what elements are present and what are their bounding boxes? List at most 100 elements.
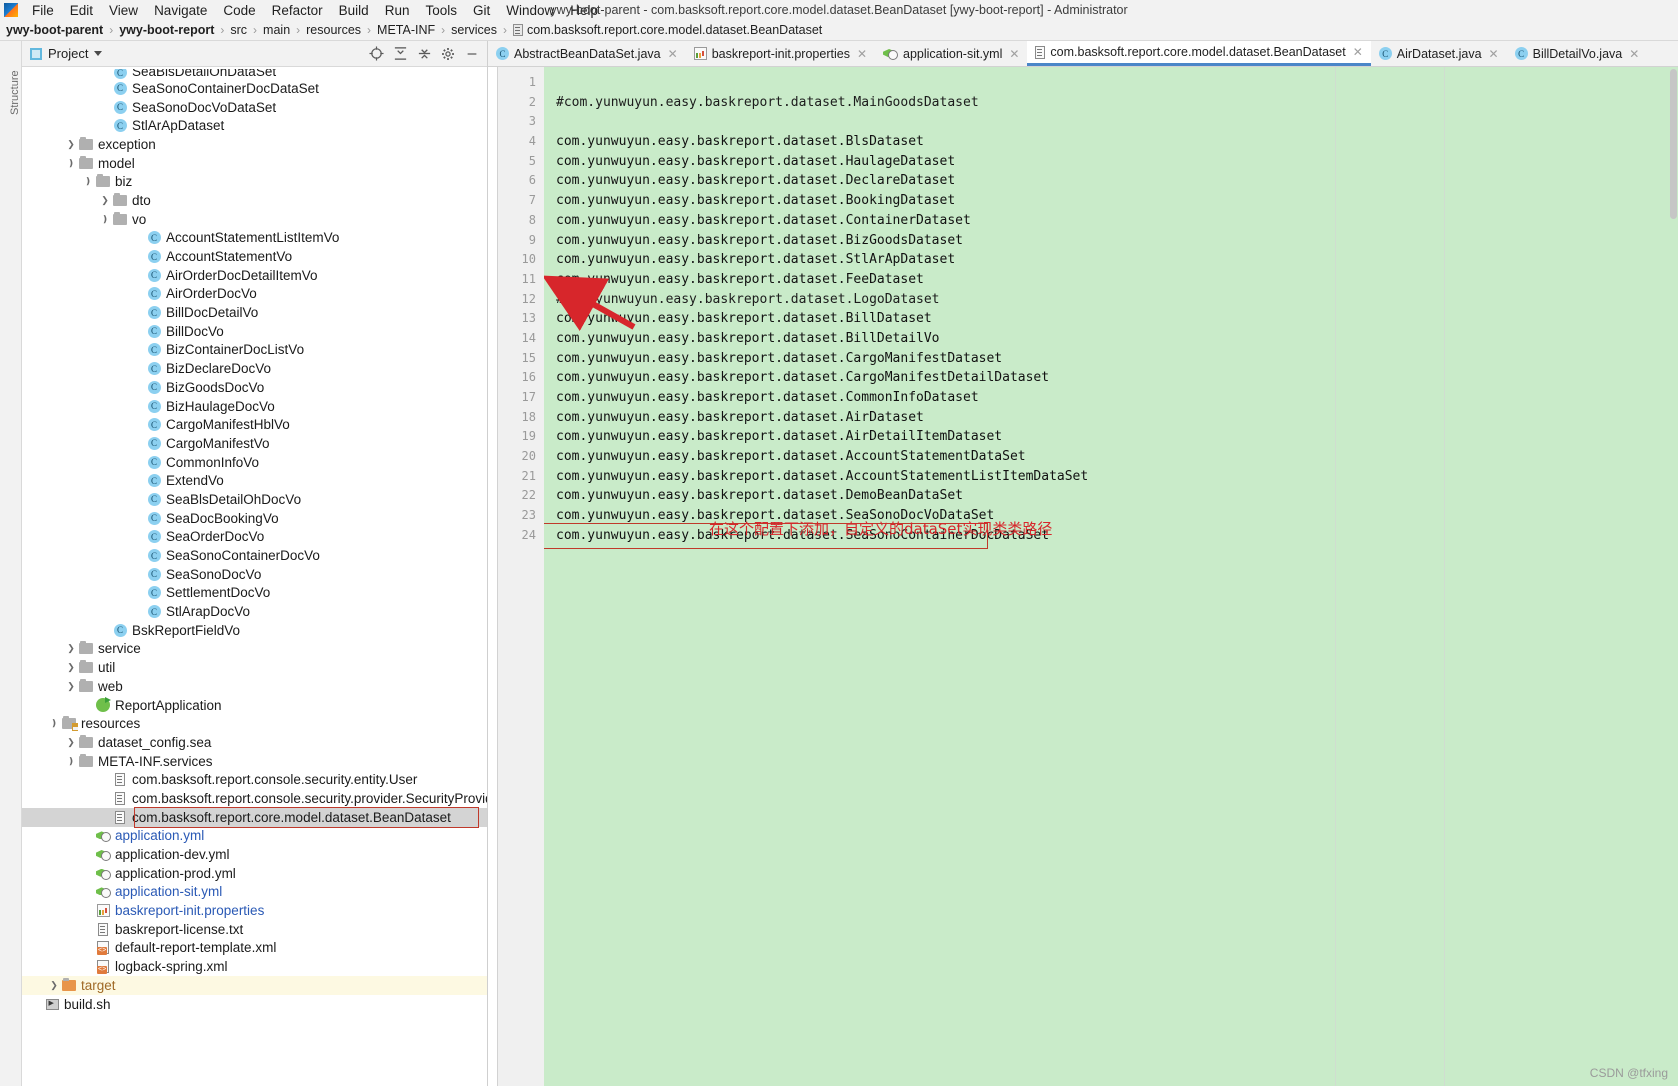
- breadcrumb-item-4[interactable]: resources: [300, 23, 367, 37]
- tree-node-9[interactable]: C AccountStatementListItemVo: [22, 229, 487, 248]
- close-icon[interactable]: ✕: [1629, 47, 1639, 61]
- tree-node-49[interactable]: ❯ target: [22, 976, 487, 995]
- tree-node-48[interactable]: logback-spring.xml: [22, 957, 487, 976]
- menu-item-help[interactable]: Help: [562, 1, 606, 20]
- close-icon[interactable]: ✕: [668, 47, 678, 61]
- tree-node-28[interactable]: C SettlementDocVo: [22, 584, 487, 603]
- tree-node-29[interactable]: C StlArapDocVo: [22, 602, 487, 621]
- code-content[interactable]: #com.yunwuyun.easy.baskreport.dataset.Ma…: [544, 67, 1678, 1086]
- tree-node-24[interactable]: C SeaDocBookingVo: [22, 509, 487, 528]
- close-icon[interactable]: ✕: [1009, 47, 1019, 61]
- tree-node-38[interactable]: com.basksoft.report.console.security.ent…: [22, 770, 487, 789]
- chevron-right-icon[interactable]: ❯: [64, 139, 78, 150]
- breadcrumb-item-5[interactable]: META-INF: [371, 23, 441, 37]
- tree-node-50[interactable]: build.sh: [22, 995, 487, 1014]
- tree-node-11[interactable]: C AirOrderDocDetailItemVo: [22, 266, 487, 285]
- minimize-icon[interactable]: [463, 45, 481, 63]
- tree-node-27[interactable]: C SeaSonoDocVo: [22, 565, 487, 584]
- tree-node-4[interactable]: ❯ exception: [22, 135, 487, 154]
- menu-item-file[interactable]: File: [24, 1, 62, 20]
- tree-node-43[interactable]: application-prod.yml: [22, 864, 487, 883]
- chevron-down-icon[interactable]: [94, 51, 103, 56]
- breadcrumb-item-1[interactable]: ywy-boot-report: [113, 23, 220, 37]
- chevron-right-icon[interactable]: ❯: [64, 737, 78, 748]
- chevron-right-icon[interactable]: ❯: [64, 643, 78, 654]
- close-icon[interactable]: ✕: [1353, 45, 1363, 59]
- close-icon[interactable]: ✕: [1489, 47, 1499, 61]
- tree-node-25[interactable]: C SeaOrderDocVo: [22, 528, 487, 547]
- tree-node-19[interactable]: C CargoManifestHblVo: [22, 415, 487, 434]
- tree-node-26[interactable]: C SeaSonoContainerDocVo: [22, 546, 487, 565]
- tree-node-33[interactable]: ❯ web: [22, 677, 487, 696]
- editor-tab-1[interactable]: baskreport-init.properties ✕: [686, 41, 875, 66]
- menu-item-refactor[interactable]: Refactor: [264, 1, 331, 20]
- breadcrumb-item-7[interactable]: com.basksoft.report.core.model.dataset.B…: [507, 23, 828, 37]
- menu-item-code[interactable]: Code: [215, 1, 263, 20]
- breadcrumb-item-0[interactable]: ywy-boot-parent: [0, 23, 109, 37]
- menu-item-build[interactable]: Build: [331, 1, 377, 20]
- menu-item-git[interactable]: Git: [465, 1, 498, 20]
- chevron-down-icon[interactable]: ❫: [81, 176, 95, 187]
- gear-icon[interactable]: [439, 45, 457, 63]
- menu-item-tools[interactable]: Tools: [417, 1, 465, 20]
- close-icon[interactable]: ✕: [857, 47, 867, 61]
- chevron-right-icon[interactable]: ❯: [64, 662, 78, 673]
- tree-node-14[interactable]: C BillDocVo: [22, 322, 487, 341]
- tree-node-0[interactable]: C SeaBlsDetailOhDataSet: [22, 69, 487, 79]
- tree-node-18[interactable]: C BizHaulageDocVo: [22, 397, 487, 416]
- tree-node-42[interactable]: application-dev.yml: [22, 845, 487, 864]
- tree-node-44[interactable]: application-sit.yml: [22, 883, 487, 902]
- project-tree[interactable]: C SeaBlsDetailOhDataSet C SeaSonoContainerD…: [22, 67, 487, 1086]
- tree-node-22[interactable]: C ExtendVo: [22, 471, 487, 490]
- collapse-all-icon[interactable]: [415, 45, 433, 63]
- editor-vertical-scrollbar[interactable]: [1670, 69, 1677, 219]
- editor-tab-2[interactable]: application-sit.yml ✕: [875, 41, 1027, 66]
- editor-tab-4[interactable]: C AirDataset.java ✕: [1371, 41, 1507, 66]
- menu-item-navigate[interactable]: Navigate: [146, 1, 215, 20]
- chevron-down-icon[interactable]: ❫: [64, 756, 78, 767]
- menu-item-edit[interactable]: Edit: [62, 1, 101, 20]
- menu-item-run[interactable]: Run: [377, 1, 418, 20]
- tree-node-1[interactable]: C SeaSonoContainerDocDataSet: [22, 79, 487, 98]
- tree-node-30[interactable]: C BskReportFieldVo: [22, 621, 487, 640]
- tree-node-6[interactable]: ❫ biz: [22, 172, 487, 191]
- tree-node-10[interactable]: C AccountStatementVo: [22, 247, 487, 266]
- chevron-right-icon[interactable]: ❯: [98, 195, 112, 206]
- tree-node-40[interactable]: com.basksoft.report.core.model.dataset.B…: [22, 807, 487, 827]
- structure-tool-label[interactable]: Structure: [9, 55, 21, 115]
- tree-node-32[interactable]: ❯ util: [22, 658, 487, 677]
- tree-node-20[interactable]: C CargoManifestVo: [22, 434, 487, 453]
- tree-node-39[interactable]: com.basksoft.report.console.security.pro…: [22, 789, 487, 808]
- tree-node-31[interactable]: ❯ service: [22, 640, 487, 659]
- tree-node-47[interactable]: default-report-template.xml: [22, 939, 487, 958]
- breadcrumb-item-3[interactable]: main: [257, 23, 296, 37]
- tree-node-21[interactable]: C CommonInfoVo: [22, 453, 487, 472]
- editor-tab-3[interactable]: com.basksoft.report.core.model.dataset.B…: [1027, 41, 1371, 66]
- tree-node-7[interactable]: ❯ dto: [22, 191, 487, 210]
- tree-node-41[interactable]: application.yml: [22, 827, 487, 846]
- expand-all-icon[interactable]: [391, 45, 409, 63]
- tree-node-8[interactable]: ❫ vo: [22, 210, 487, 229]
- chevron-right-icon[interactable]: ❯: [64, 681, 78, 692]
- chevron-down-icon[interactable]: ❫: [98, 214, 112, 225]
- tree-node-2[interactable]: C SeaSonoDocVoDataSet: [22, 98, 487, 117]
- tree-node-13[interactable]: C BillDocDetailVo: [22, 303, 487, 322]
- menu-item-view[interactable]: View: [101, 1, 146, 20]
- breadcrumb-item-6[interactable]: services: [445, 23, 503, 37]
- tree-node-12[interactable]: C AirOrderDocVo: [22, 285, 487, 304]
- editor-body[interactable]: 1 2 3 4 5 6 7 8 9 10 11 12 13 14 15 16 17 18 19 20 21 22 23 24 …: [488, 67, 1678, 1086]
- tree-node-5[interactable]: ❫ model: [22, 154, 487, 173]
- tree-node-17[interactable]: C BizGoodsDocVo: [22, 378, 487, 397]
- tree-node-23[interactable]: C SeaBlsDetailOhDocVo: [22, 490, 487, 509]
- tree-node-3[interactable]: C StlArApDataset: [22, 116, 487, 135]
- menu-item-window[interactable]: Window: [498, 1, 562, 20]
- tree-node-37[interactable]: ❫ META-INF.services: [22, 752, 487, 771]
- tree-node-15[interactable]: C BizContainerDocListVo: [22, 341, 487, 360]
- chevron-right-icon[interactable]: ❯: [47, 980, 61, 991]
- editor-tab-5[interactable]: C BillDetailVo.java ✕: [1507, 41, 1648, 66]
- tree-node-34[interactable]: ReportApplication: [22, 696, 487, 715]
- tree-node-16[interactable]: C BizDeclareDocVo: [22, 359, 487, 378]
- locate-icon[interactable]: [367, 45, 385, 63]
- tree-node-46[interactable]: baskreport-license.txt: [22, 920, 487, 939]
- chevron-down-icon[interactable]: ❫: [64, 158, 78, 169]
